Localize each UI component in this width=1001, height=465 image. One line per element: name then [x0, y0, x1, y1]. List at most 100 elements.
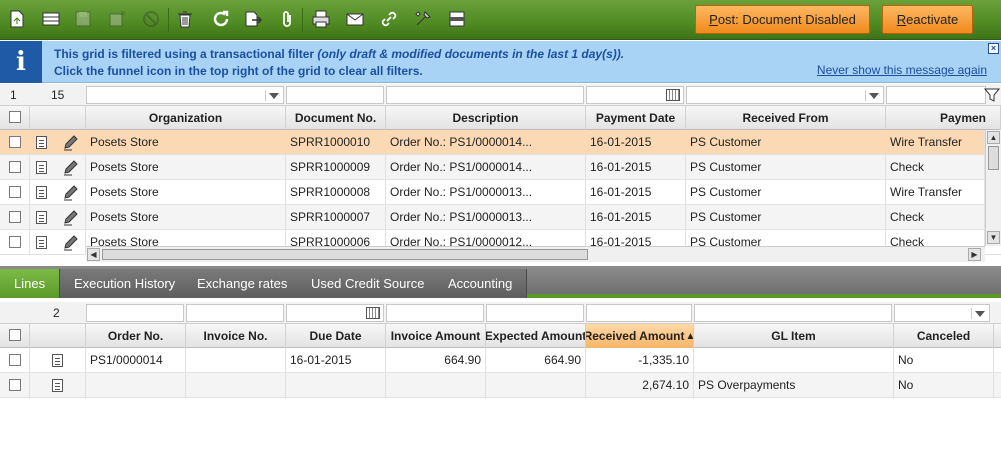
cell-org[interactable]: Posets Store [86, 155, 286, 180]
document-icon[interactable] [36, 211, 47, 224]
tab-exchange-rates[interactable]: Exchange rates [183, 269, 303, 298]
cell-date[interactable]: 16-01-2015 [586, 155, 686, 180]
filter-due-date[interactable] [286, 304, 384, 322]
cell-rec_amt[interactable]: -1,335.10 [586, 348, 694, 373]
cell-doc[interactable]: SPRR1000008 [286, 180, 386, 205]
refresh-icon[interactable] [208, 6, 234, 32]
document-icon[interactable] [36, 136, 47, 149]
cell-gl[interactable] [694, 348, 894, 373]
horizontal-scrollbar[interactable]: ◀ ▶ [86, 246, 985, 262]
cell-org[interactable]: Posets Store [86, 180, 286, 205]
table-row[interactable]: Posets Store SPRR1000008 Order No.: PS1/00… [0, 180, 1001, 205]
filter-document-no[interactable] [286, 86, 384, 104]
row-checkbox[interactable] [9, 211, 21, 223]
document-icon[interactable] [36, 236, 47, 249]
vertical-scrollbar[interactable]: ▲ ▼ [985, 130, 1001, 246]
filter-received-from[interactable] [686, 86, 884, 104]
filter-organization[interactable] [86, 86, 284, 104]
new-document-icon[interactable] [4, 6, 30, 32]
grid-toggle-icon[interactable] [444, 6, 470, 32]
cell-from[interactable]: PS Customer [686, 205, 886, 230]
cell-canceled[interactable]: No [894, 348, 994, 373]
cell-due[interactable] [286, 373, 386, 398]
cell-rec_amt[interactable]: 2,674.10 [586, 373, 694, 398]
select-all-checkbox[interactable] [9, 111, 21, 123]
tools-icon[interactable] [410, 6, 436, 32]
col-expected-amount[interactable]: Expected Amount [486, 324, 586, 348]
new-row-icon[interactable] [38, 6, 64, 32]
cell-canceled[interactable]: No [894, 373, 994, 398]
filter-payment-date[interactable] [586, 86, 684, 104]
col-payment-method[interactable]: Paymen [886, 106, 1001, 130]
undo-icon[interactable] [138, 6, 164, 32]
pencil-icon[interactable] [62, 160, 80, 176]
scroll-thumb[interactable] [988, 146, 999, 170]
cell-org[interactable]: Posets Store [86, 130, 286, 155]
col-invoice-no[interactable]: Invoice No. [186, 324, 286, 348]
col-received-from[interactable]: Received From [686, 106, 886, 130]
cell-from[interactable]: PS Customer [686, 155, 886, 180]
cell-desc[interactable]: Order No.: PS1/0000014... [386, 155, 586, 180]
cell-org[interactable]: Posets Store [86, 205, 286, 230]
cell-inv_amt[interactable]: 664.90 [386, 348, 486, 373]
col-received-amount[interactable]: Received Amount▲ [586, 324, 694, 348]
row-checkbox[interactable] [9, 379, 21, 391]
col-invoice-amount[interactable]: Invoice Amount [386, 324, 486, 348]
cell-date[interactable]: 16-01-2015 [586, 180, 686, 205]
chevron-down-icon[interactable] [865, 90, 881, 101]
reactivate-button[interactable]: Reactivate [882, 5, 973, 34]
col-order-no[interactable]: Order No. [86, 324, 186, 348]
scroll-right-icon[interactable]: ▶ [968, 248, 981, 261]
cell-gl[interactable]: PS Overpayments [694, 373, 894, 398]
cell-invoice[interactable] [186, 348, 286, 373]
row-checkbox[interactable] [9, 161, 21, 173]
row-checkbox[interactable] [9, 186, 21, 198]
table-row[interactable]: Posets Store SPRR1000010 Order No.: PS1/00… [0, 130, 1001, 155]
cell-invoice[interactable] [186, 373, 286, 398]
filter-invoice-no[interactable] [186, 304, 284, 322]
filter-invoice-amount[interactable] [386, 304, 484, 322]
filter-received-amount[interactable] [586, 304, 692, 322]
row-checkbox[interactable] [9, 136, 21, 148]
cell-from[interactable]: PS Customer [686, 180, 886, 205]
chevron-down-icon[interactable] [971, 308, 987, 319]
pencil-icon[interactable] [62, 235, 80, 251]
lines-select-all-cell[interactable] [0, 324, 30, 348]
delete-icon[interactable] [172, 6, 198, 32]
cell-desc[interactable]: Order No.: PS1/0000013... [386, 205, 586, 230]
cell-from[interactable]: PS Customer [686, 130, 886, 155]
close-icon[interactable]: × [988, 43, 999, 54]
cell-doc[interactable]: SPRR1000010 [286, 130, 386, 155]
col-description[interactable]: Description [386, 106, 586, 130]
scroll-thumb-h[interactable] [102, 249, 588, 260]
document-icon[interactable] [36, 161, 47, 174]
col-due-date[interactable]: Due Date [286, 324, 386, 348]
tab-lines[interactable]: Lines [0, 269, 61, 298]
export-icon[interactable] [240, 6, 266, 32]
scroll-left-icon[interactable]: ◀ [87, 248, 100, 261]
col-gl-item[interactable]: GL Item [694, 324, 894, 348]
cell-exp_amt[interactable]: 664.90 [486, 348, 586, 373]
filter-expected-amount[interactable] [486, 304, 584, 322]
select-all-cell[interactable] [0, 106, 30, 130]
cell-method[interactable]: Check [886, 155, 985, 180]
cell-doc[interactable]: SPRR1000009 [286, 155, 386, 180]
post-document-button[interactable]: Post: Document Disabled [695, 5, 870, 34]
filter-gl-item[interactable] [694, 304, 892, 322]
table-row[interactable]: PS1/0000014 16-01-2015 664.90 664.90 -1,335.… [0, 348, 1001, 373]
save-icon[interactable] [70, 6, 96, 32]
tab-accounting[interactable]: Accounting [434, 269, 528, 298]
document-icon[interactable] [52, 379, 63, 392]
save-close-icon[interactable] [104, 6, 130, 32]
scroll-up-icon[interactable]: ▲ [987, 131, 1000, 144]
never-show-link[interactable]: Never show this message again [817, 63, 987, 77]
col-payment-date[interactable]: Payment Date [586, 106, 686, 130]
col-canceled[interactable]: Canceled [894, 324, 994, 348]
document-icon[interactable] [52, 354, 63, 367]
table-row[interactable]: 2,674.10 PS Overpayments No [0, 373, 1001, 398]
pencil-icon[interactable] [62, 185, 80, 201]
funnel-icon[interactable] [984, 87, 1000, 103]
cell-order[interactable]: PS1/0000014 [86, 348, 186, 373]
cell-date[interactable]: 16-01-2015 [586, 205, 686, 230]
cell-due[interactable]: 16-01-2015 [286, 348, 386, 373]
